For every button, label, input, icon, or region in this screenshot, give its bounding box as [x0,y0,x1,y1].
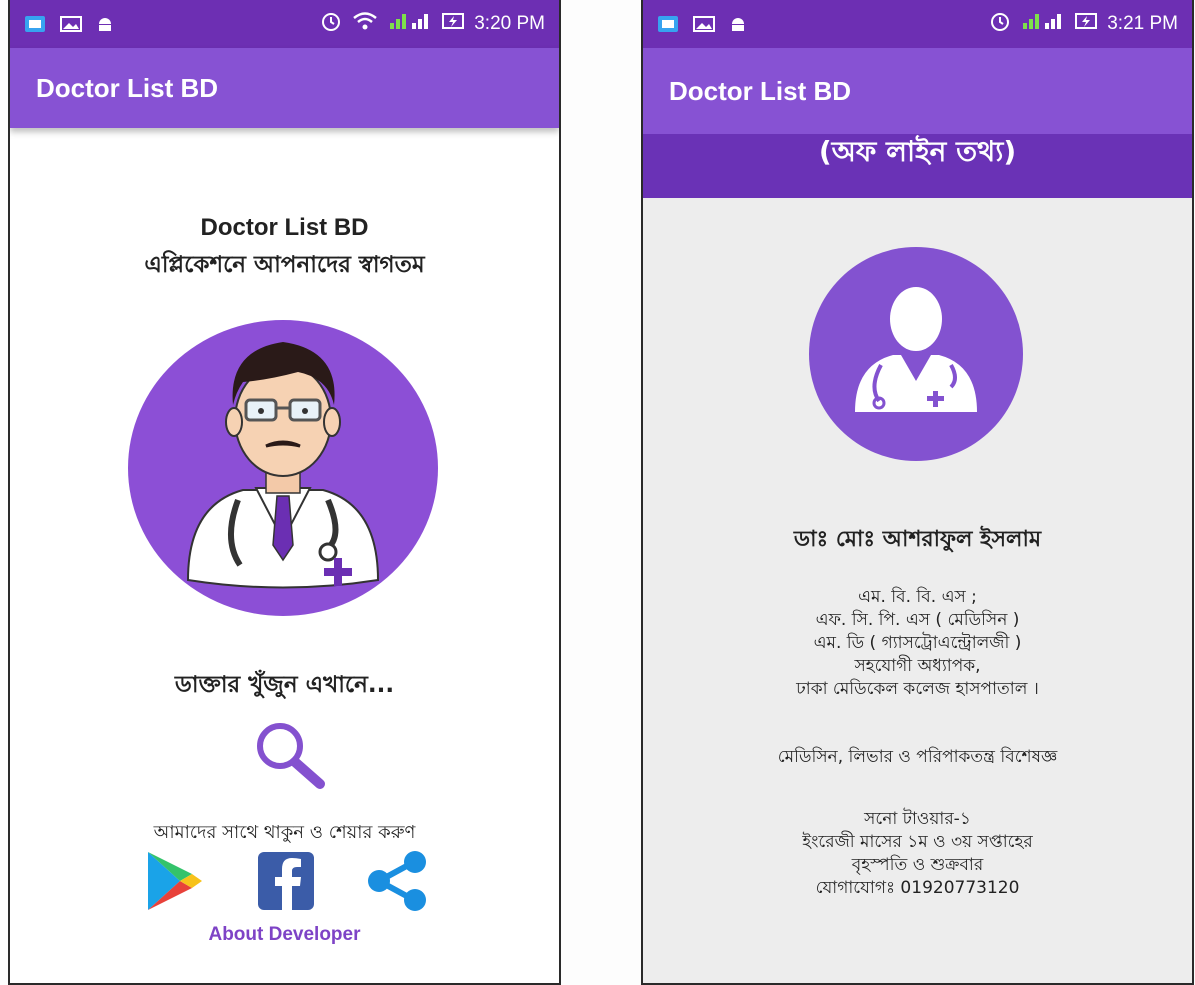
status-time: 3:21 PM [1107,13,1178,34]
doctor-silhouette [809,247,1023,461]
app-bar: Doctor List BD [643,48,1192,134]
welcome-subtitle: এপ্লিকেশনে আপনাদের স্বাগতম [144,252,425,278]
offline-info-banner: (অফ লাইন তথ্য) [643,134,1192,198]
chamber-line: ইংরেজী মাসের ১ম ও ৩য় সপ্তাহের [802,832,1033,852]
gallery-icon [657,15,679,33]
degree-line: এফ. সি. পি. এস ( মেডিসিন ) [815,610,1020,630]
phone-screen-home: 3:20 PM Doctor List BD Doctor List BD এপ… [8,0,561,985]
app-title: Doctor List BD [36,72,218,103]
android-icon [729,15,751,33]
doctor-name: ডাঃ মোঃ আশরাফুল ইসলাম [793,527,1042,552]
doctor-avatar [128,320,438,616]
share-icon[interactable] [364,848,430,914]
alarm-icon [989,10,1011,38]
doctor-specialty: মেডিসিন, লিভার ও পরিপাকতন্ত্র বিশেষজ্ঞ [777,747,1058,767]
app-bar: Doctor List BD [10,48,559,128]
search-icon[interactable] [250,718,330,790]
status-time: 3:20 PM [474,13,545,34]
about-developer-link[interactable]: About Developer [10,924,559,946]
doctor-degrees: এম. বি. বি. এস ; এফ. সি. পি. এস ( মেডিসি… [643,586,1192,701]
chamber-line: বৃহস্পতি ও শুক্রবার [851,855,984,875]
signal-icon [388,11,432,37]
degree-line: সহযোগী অধ্যাপক, [854,656,981,676]
alarm-icon [320,10,342,38]
contact-line[interactable]: যোগাযোগঃ 01920773120 [643,877,1192,900]
battery-icon [442,11,465,37]
android-icon [96,15,118,33]
status-bar: 3:21 PM [643,0,1192,48]
doctor-chamber: সনো টাওয়ার-১ ইংরেজী মাসের ১ম ও ৩য় সপ্ত… [643,808,1192,900]
share-prompt: আমাদের সাথে থাকুন ও শেয়ার করুণ [153,822,416,843]
degree-line: এম. ডি ( গ্যাসট্রোএন্ট্রোলজী ) [813,633,1022,653]
image-icon [60,15,82,33]
facebook-icon[interactable] [252,848,318,914]
signal-icon [1021,11,1065,37]
social-links [10,848,559,914]
app-title: Doctor List BD [669,75,851,106]
degree-line: এম. বি. বি. এস ; [858,587,977,607]
welcome-title: Doctor List BD [200,214,369,241]
status-bar: 3:20 PM [10,0,559,48]
degree-line: ঢাকা মেডিকেল কলেজ হাসপাতাল । [796,679,1039,699]
find-doctor-label: ডাক্তার খুঁজুন এখানে... [174,672,395,698]
banner-text: (অফ লাইন তথ্য) [818,135,1017,168]
wifi-icon [352,11,378,37]
battery-icon [1075,11,1098,37]
phone-screen-doctor-detail: 3:21 PM Doctor List BD (অফ লাইন তথ্য) ডা… [641,0,1194,985]
image-icon [693,15,715,33]
gallery-icon [24,15,46,33]
chamber-line: সনো টাওয়ার-১ [864,809,971,829]
play-store-icon[interactable] [140,848,206,914]
